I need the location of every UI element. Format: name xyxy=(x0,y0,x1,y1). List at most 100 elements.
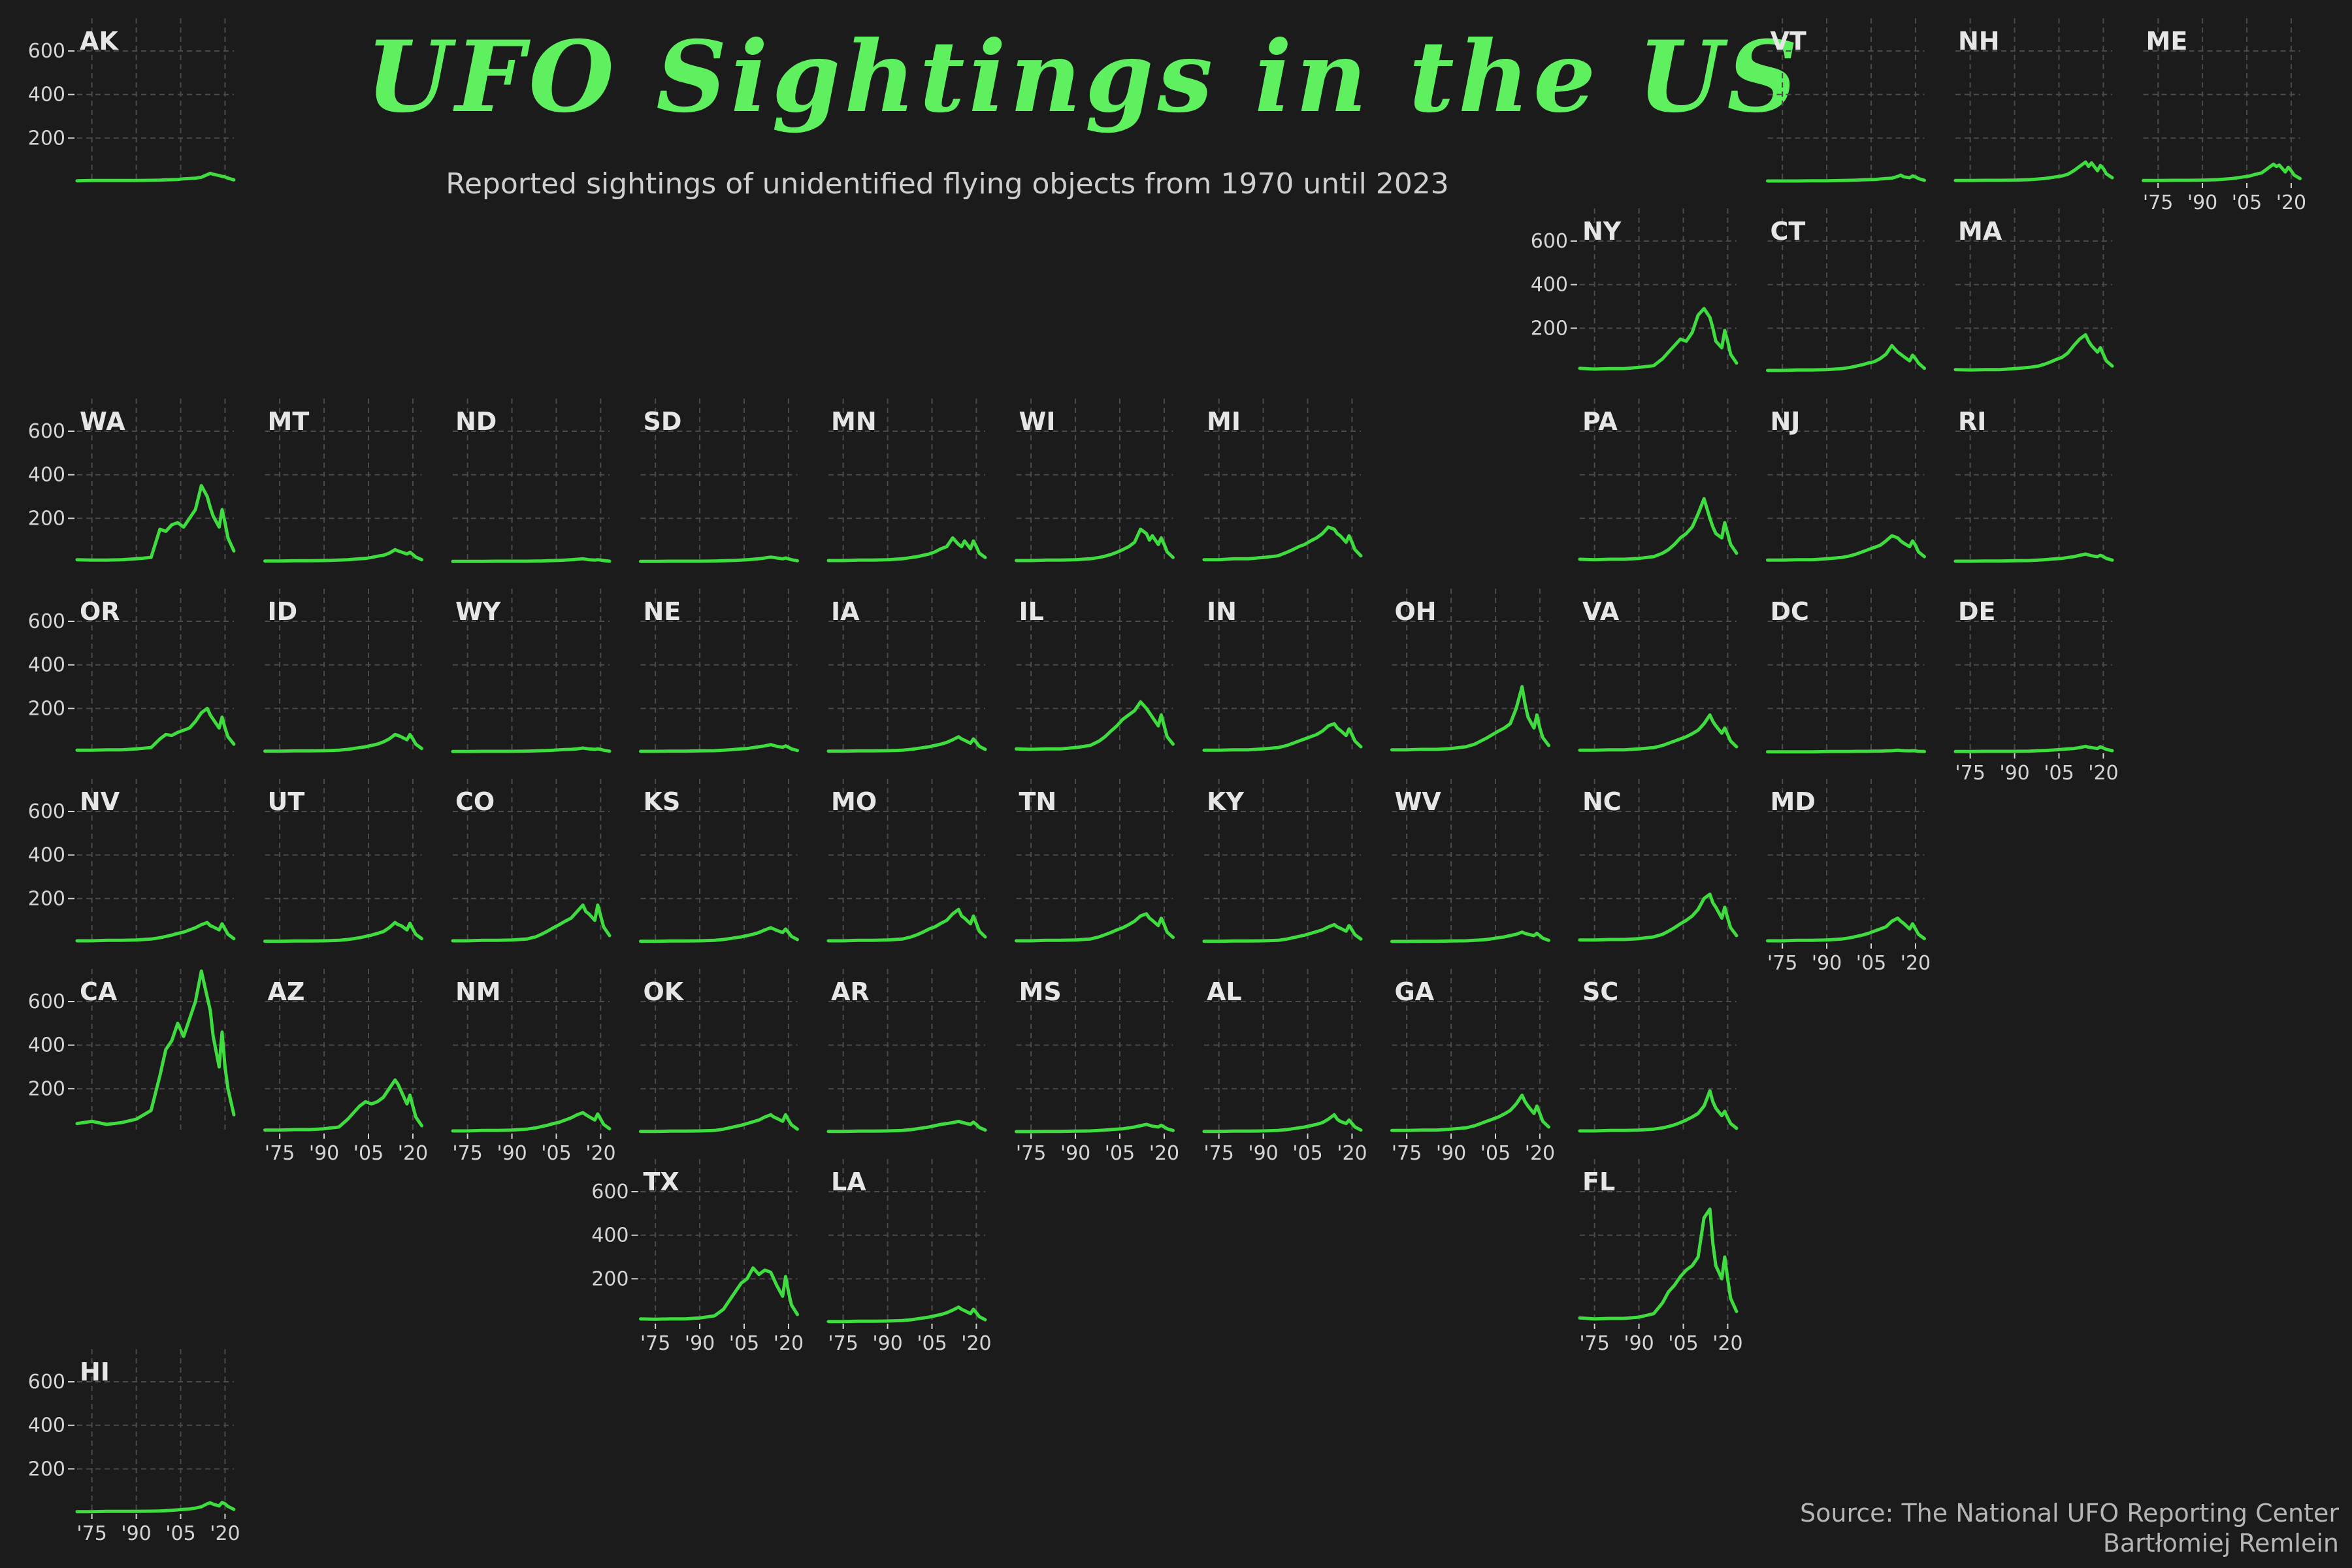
state-tile-ak: 200 400 600 AK xyxy=(28,18,236,183)
state-label: AZ xyxy=(268,977,305,1006)
state-tile-pa: PA xyxy=(1578,399,1739,562)
x-tick-label: '05 xyxy=(729,1332,759,1355)
state-label: IN xyxy=(1207,597,1237,626)
y-tick-label: 200 xyxy=(1531,317,1568,340)
state-label: IL xyxy=(1019,597,1044,626)
series-line-wi xyxy=(1015,527,1175,563)
x-tick-label: '20 xyxy=(585,1142,615,1165)
state-tile-la: '75 '90 '05 '20 LA xyxy=(826,1159,992,1355)
series-line-nm xyxy=(451,1111,612,1133)
state-label: NY xyxy=(1582,217,1622,246)
x-tick-label: '90 xyxy=(1060,1142,1090,1165)
state-tile-sc: SC xyxy=(1578,969,1739,1133)
x-tick-label: '90 xyxy=(1624,1332,1654,1355)
state-tile-al: '75 '90 '05 '20 AL xyxy=(1202,969,1367,1165)
x-tick-label: '05 xyxy=(1668,1332,1698,1355)
state-tile-il: IL xyxy=(1015,589,1175,752)
series-line-al xyxy=(1202,1113,1363,1134)
state-tile-vt: VT xyxy=(1766,18,1926,183)
x-tick-label: '90 xyxy=(497,1142,527,1165)
state-tile-wa: 200 400 600 WA xyxy=(28,399,236,562)
y-tick-label: 200 xyxy=(28,887,65,910)
y-tick-label: 400 xyxy=(28,654,65,677)
series-line-ri xyxy=(1953,552,2114,563)
state-label: KS xyxy=(644,787,681,816)
state-label: NM xyxy=(455,977,501,1006)
state-label: MS xyxy=(1019,977,1062,1006)
x-tick-label: '20 xyxy=(2276,191,2306,214)
x-tick-label: '20 xyxy=(398,1142,428,1165)
y-tick-label: 400 xyxy=(28,84,65,106)
series-line-mn xyxy=(826,536,987,563)
state-tile-ok: OK xyxy=(639,969,799,1134)
series-line-ia xyxy=(826,735,987,753)
state-label: CO xyxy=(455,787,495,816)
series-line-wy xyxy=(451,746,612,753)
x-tick-label: '75 xyxy=(452,1142,482,1165)
series-line-ut xyxy=(263,921,423,943)
state-tile-de: '75 '90 '05 '20 DE xyxy=(1953,589,2119,785)
state-label: OH xyxy=(1395,597,1437,626)
x-tick-label: '75 xyxy=(828,1332,858,1355)
series-line-fl xyxy=(1578,1207,1739,1321)
state-tile-nv: 200 400 600 NV xyxy=(28,779,236,943)
series-line-nc xyxy=(1578,892,1739,942)
author-credit: Bartłomiej Remlein xyxy=(2102,1529,2339,1558)
x-tick-label: '05 xyxy=(917,1332,947,1355)
series-line-mt xyxy=(263,547,423,563)
state-tile-ct: CT xyxy=(1766,208,1926,372)
series-line-oh xyxy=(1390,685,1550,752)
state-tile-tn: TN xyxy=(1015,779,1175,943)
y-tick-label: 200 xyxy=(28,1458,65,1480)
x-tick-label: '20 xyxy=(1337,1142,1367,1165)
state-label: SD xyxy=(644,407,682,436)
x-tick-label: '05 xyxy=(165,1522,195,1545)
x-tick-label: '75 xyxy=(2143,191,2173,214)
state-label: DE xyxy=(1958,597,1996,626)
series-line-ne xyxy=(639,743,799,753)
y-tick-label: 200 xyxy=(28,127,65,150)
series-line-ny xyxy=(1578,306,1739,371)
x-tick-label: '75 xyxy=(1392,1142,1422,1165)
state-tile-ks: KS xyxy=(639,779,799,943)
series-line-md xyxy=(1766,916,1926,943)
x-tick-label: '90 xyxy=(2187,191,2217,214)
x-tick-label: '20 xyxy=(2088,762,2118,785)
series-line-sd xyxy=(639,555,799,563)
state-label: GA xyxy=(1395,977,1435,1006)
y-tick-label: 200 xyxy=(591,1267,629,1290)
series-line-ky xyxy=(1202,923,1363,943)
x-tick-label: '90 xyxy=(121,1522,151,1545)
state-label: ME xyxy=(2146,27,2188,56)
x-tick-label: '90 xyxy=(685,1332,715,1355)
state-label: MD xyxy=(1771,787,1816,816)
series-line-nh xyxy=(1953,160,2114,182)
state-label: WA xyxy=(80,407,125,436)
series-line-hi xyxy=(75,1501,236,1514)
state-tile-mt: MT xyxy=(263,399,423,563)
y-tick-label: 400 xyxy=(28,464,65,487)
series-line-wv xyxy=(1390,930,1550,943)
series-line-me xyxy=(2142,162,2302,182)
state-label: DC xyxy=(1771,597,1809,626)
series-line-sc xyxy=(1578,1089,1739,1133)
state-label: LA xyxy=(831,1168,866,1196)
state-label: UT xyxy=(268,787,305,816)
state-label: SC xyxy=(1582,977,1618,1006)
series-line-nv xyxy=(75,921,236,943)
series-line-ar xyxy=(826,1119,987,1134)
state-label: MA xyxy=(1958,217,2002,246)
series-line-az xyxy=(263,1078,423,1132)
state-tile-wv: WV xyxy=(1390,779,1550,943)
state-tile-mo: MO xyxy=(826,779,987,943)
state-tile-ca: 200 400 600 CA xyxy=(28,969,236,1132)
y-tick-label: 200 xyxy=(28,697,65,720)
series-line-ma xyxy=(1953,333,2114,372)
state-tile-fl: '75 '90 '05 '20 FL xyxy=(1578,1159,1743,1355)
source-note: Source: The National UFO Reporting Cente… xyxy=(1800,1499,2339,1527)
state-tile-nh: NH xyxy=(1953,18,2114,182)
state-label: CA xyxy=(80,977,118,1006)
y-tick-label: 400 xyxy=(28,1034,65,1057)
x-tick-label: '05 xyxy=(2044,762,2074,785)
series-line-mi xyxy=(1202,525,1363,562)
